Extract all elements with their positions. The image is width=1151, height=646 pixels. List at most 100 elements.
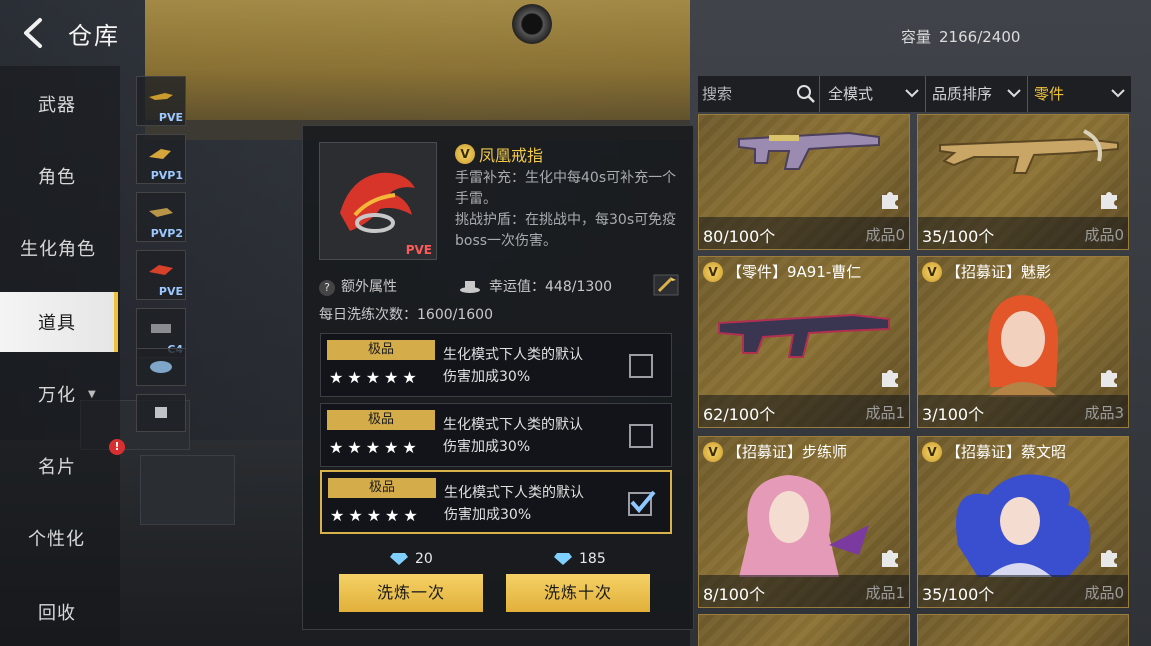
sub-item[interactable] <box>136 348 186 386</box>
nav-item-characters[interactable]: 角色 <box>0 146 118 206</box>
roll-option-selected[interactable]: 极品 ★★★★★ 生化模式下人类的默认 伤害加成30% <box>320 470 672 534</box>
item-card[interactable]: V 【招募证】魅影 3/100个 成品3 <box>917 256 1129 428</box>
chevron-down-icon <box>1007 89 1021 98</box>
weapon-art-icon <box>939 129 1119 174</box>
roll-text: 生化模式下人类的默认 伤害加成30% <box>443 414 613 458</box>
nav-item-label: 角色 <box>38 167 76 188</box>
card-title: 【招募证】步练师 <box>727 443 848 461</box>
item-card[interactable]: V 【招募证】步练师 8/100个 成品1 <box>698 436 910 608</box>
roll-text-line: 生化模式下人类的默认 <box>443 417 583 433</box>
roll-checkbox-checked[interactable] <box>628 490 656 516</box>
quality-v-icon: V <box>922 261 942 282</box>
nav-item-label: 武器 <box>38 95 76 116</box>
sub-item[interactable]: PVP1 <box>136 134 186 184</box>
nav-item-bio-characters[interactable]: 生化角色 <box>0 218 118 278</box>
card-title-row: V 【招募证】魅影 <box>922 261 1051 282</box>
sub-item-column: PVE PVP1 PVP2 PVE C4 <box>136 76 186 436</box>
nav-item-wanhua[interactable]: 万化 ▼ <box>0 364 118 424</box>
card-finished: 成品0 <box>865 226 905 244</box>
card-count: 35/100个 <box>922 227 995 246</box>
diamond-icon <box>390 553 408 565</box>
card-finished: 成品0 <box>1084 584 1124 602</box>
sub-item-tag: PVE <box>158 285 183 298</box>
nav-item-props[interactable]: 道具 <box>0 292 118 352</box>
nav-item-recycle[interactable]: 回收 <box>0 582 118 642</box>
mode-dropdown-value: 全模式 <box>828 85 874 103</box>
item-description: 手雷补充：生化中每40s可补充一个手雷。 挑战护盾：在挑战中，每30s可免疫bo… <box>455 168 687 252</box>
item-name: 凤凰戒指 <box>479 146 544 165</box>
nav-item-label: 生化角色 <box>20 239 96 260</box>
card-title: 【零件】9A91-曹仁 <box>727 263 862 281</box>
sub-item[interactable] <box>136 394 186 432</box>
roll-checkbox[interactable] <box>629 424 653 448</box>
item-card[interactable]: V 【招募证】蔡文昭 35/100个 成品0 <box>917 436 1129 608</box>
card-pattern <box>699 615 909 646</box>
roll-grade: 极品 <box>327 410 435 430</box>
item-card-partial[interactable] <box>698 614 910 646</box>
card-count: 3/100个 <box>922 405 985 424</box>
roll-grade: 极品 <box>327 340 435 360</box>
help-question-icon[interactable]: ? <box>319 280 335 296</box>
item-card-partial[interactable] <box>917 614 1129 646</box>
roll-option[interactable]: 极品 ★★★★★ 生化模式下人类的默认 伤害加成30% <box>320 333 672 397</box>
roll-text: 生化模式下人类的默认 伤害加成30% <box>443 344 613 388</box>
capacity-label: 容量 <box>901 28 932 46</box>
thumb-tag: PVE <box>405 243 432 257</box>
capacity-value: 2166/2400 <box>939 28 1021 46</box>
item-card[interactable]: 35/100个 成品0 <box>917 114 1129 250</box>
nav-item-personalize[interactable]: 个性化 <box>0 508 118 568</box>
character-portrait-icon <box>987 295 1059 397</box>
sub-item-tag: PVP1 <box>150 169 183 182</box>
background-crate <box>140 455 235 525</box>
character-portrait-icon <box>956 474 1091 577</box>
desc-line: 手雷补充：生化中每40s可补充一个手雷。 <box>455 170 677 207</box>
card-footer: 3/100个 成品3 <box>918 395 1128 427</box>
sub-item[interactable]: PVE <box>136 250 186 300</box>
puzzle-piece-icon <box>1101 370 1117 387</box>
category-dropdown[interactable]: 零件 <box>1028 76 1131 112</box>
sort-dropdown[interactable]: 品质排序 <box>926 76 1028 112</box>
roll-text-line: 伤害加成30% <box>443 369 531 385</box>
category-dropdown-value: 零件 <box>1034 85 1065 103</box>
roll-checkbox[interactable] <box>629 354 653 378</box>
sub-item-tag: PVE <box>158 111 183 124</box>
page-title: 仓库 <box>68 22 120 50</box>
item-card[interactable]: V 【零件】9A91-曹仁 62/100个 成品1 <box>698 256 910 428</box>
luck-value: 幸运值：448/1300 <box>489 279 613 295</box>
nav-item-label: 回收 <box>38 603 76 624</box>
search-input[interactable] <box>702 82 790 106</box>
dropdown-triangle-icon: ▼ <box>88 388 97 400</box>
item-card[interactable]: 80/100个 成品0 <box>698 114 910 250</box>
nav-item-weapons[interactable]: 武器 <box>0 74 118 134</box>
quality-v-icon: V <box>455 144 475 164</box>
back-arrow-icon[interactable] <box>18 16 48 50</box>
item-detail-panel: PVE V 凤凰戒指 手雷补充：生化中每40s可补充一个手雷。 挑战护盾：在挑战… <box>302 125 694 630</box>
card-footer: 80/100个 成品0 <box>699 217 909 249</box>
item-name-row: V 凤凰戒指 <box>455 142 543 166</box>
attribute-row: ? 额外属性 幸运值：448/1300 <box>319 274 679 298</box>
puzzle-piece-icon <box>1101 550 1117 567</box>
roll-text: 生化模式下人类的默认 伤害加成30% <box>444 482 614 526</box>
search-icon[interactable] <box>796 84 816 104</box>
puzzle-piece-icon <box>882 370 898 387</box>
card-finished: 成品1 <box>865 584 905 602</box>
weapon-art-icon <box>718 313 890 358</box>
wash-ten-button[interactable]: 洗炼十次 <box>506 574 650 612</box>
chevron-down-icon <box>1111 89 1125 98</box>
luck-hat-icon <box>460 281 480 293</box>
item-icon <box>149 149 171 159</box>
roll-text-line: 伤害加成30% <box>444 507 532 523</box>
roll-option[interactable]: 极品 ★★★★★ 生化模式下人类的默认 伤害加成30% <box>320 403 672 467</box>
checkmark-icon <box>630 490 656 514</box>
search-field <box>698 76 820 112</box>
diamond-icon <box>554 553 572 565</box>
sub-item[interactable]: PVE <box>136 76 186 126</box>
sub-item[interactable]: PVP2 <box>136 192 186 242</box>
wash-once-button[interactable]: 洗炼一次 <box>339 574 483 612</box>
nav-item-namecard[interactable]: 名片 <box>0 436 118 496</box>
quality-v-icon: V <box>703 261 723 282</box>
wand-icon[interactable] <box>653 274 679 296</box>
quality-v-icon: V <box>922 441 942 462</box>
mode-dropdown[interactable]: 全模式 <box>822 76 926 112</box>
card-count: 80/100个 <box>703 227 776 246</box>
